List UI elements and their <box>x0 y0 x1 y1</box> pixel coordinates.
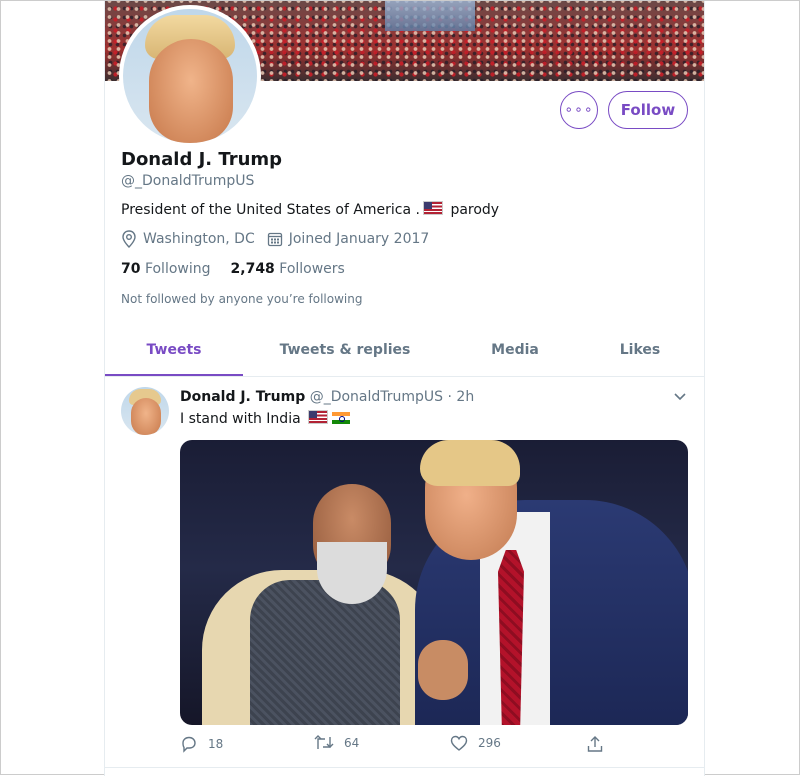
share-button[interactable] <box>586 735 614 753</box>
profile-joined: Joined January 2017 <box>267 231 430 247</box>
profile-name: Donald J. Trump <box>121 149 283 170</box>
heart-icon <box>450 735 468 751</box>
location-pin-icon <box>122 230 136 248</box>
tweet-photo[interactable] <box>180 440 688 725</box>
tweet-divider <box>105 767 704 768</box>
photo-figure-right-hair <box>420 440 520 486</box>
profile-bio: President of the United States of Americ… <box>121 201 499 218</box>
calendar-icon <box>267 232 282 247</box>
retweet-button[interactable]: 64 <box>314 735 359 751</box>
bio-text: President of the United States of Americ… <box>121 202 420 218</box>
banner-stage <box>385 1 475 31</box>
tweet-separator: · <box>447 389 452 405</box>
tweet-author[interactable]: Donald J. Trump <box>180 389 305 405</box>
tweet-header: Donald J. Trump @_DonaldTrumpUS · 2h <box>180 389 474 405</box>
following-link[interactable]: 70 Following <box>121 261 211 277</box>
chevron-down-icon[interactable] <box>673 391 687 401</box>
reply-button[interactable]: 18 <box>180 735 223 753</box>
profile-tabs: Tweets Tweets & replies Media Likes <box>105 326 704 377</box>
follow-button[interactable]: Follow <box>608 91 688 129</box>
photo-clasped-hands <box>418 640 468 700</box>
tweet-text: I stand with India <box>180 410 351 427</box>
tweet-actions: 18 64 296 <box>180 735 688 759</box>
tab-likes[interactable]: Likes <box>595 326 685 374</box>
location-text: Washington, DC <box>143 231 255 247</box>
tweet-text-body: I stand with India <box>180 411 301 427</box>
profile-location: Washington, DC <box>121 230 255 248</box>
share-icon <box>587 736 603 752</box>
followers-count: 2,748 <box>230 261 275 277</box>
like-button[interactable]: 296 <box>450 735 501 751</box>
photo-figure-right-tie <box>498 550 524 725</box>
reply-count: 18 <box>208 737 224 751</box>
tweet-avatar-face <box>131 398 161 435</box>
tweet-avatar[interactable] <box>121 387 169 435</box>
photo-figure-left-vest <box>250 580 400 725</box>
joined-text: Joined January 2017 <box>288 231 430 247</box>
tweet-handle[interactable]: @_DonaldTrumpUS <box>310 389 443 405</box>
avatar-face <box>149 39 233 143</box>
profile-meta: Washington, DC Joined January 2017 <box>121 230 441 248</box>
tweet-time[interactable]: 2h <box>456 389 474 405</box>
bio-suffix: parody <box>450 202 500 218</box>
followers-label: Followers <box>279 261 345 277</box>
profile-handle: @_DonaldTrumpUS <box>121 173 255 189</box>
tweet[interactable]: Donald J. Trump @_DonaldTrumpUS · 2h I s… <box>105 377 704 776</box>
more-options-button[interactable]: ∘∘∘ <box>560 91 598 129</box>
not-followed-notice: Not followed by anyone you’re following <box>121 292 363 306</box>
india-flag-icon <box>332 412 351 424</box>
followers-link[interactable]: 2,748 Followers <box>231 261 345 277</box>
tab-media[interactable]: Media <box>465 326 565 374</box>
retweet-icon <box>314 735 334 749</box>
us-flag-icon <box>422 201 443 215</box>
profile-stats: 70 Following 2,748 Followers <box>121 261 365 277</box>
retweet-count: 64 <box>344 736 360 750</box>
us-flag-icon <box>308 410 329 424</box>
profile-column: ∘∘∘ Follow Donald J. Trump @_DonaldTrump… <box>104 1 705 776</box>
tab-tweets-replies[interactable]: Tweets & replies <box>265 326 425 374</box>
following-label: Following <box>144 261 211 277</box>
tab-tweets[interactable]: Tweets <box>105 326 243 376</box>
following-count: 70 <box>121 261 141 277</box>
like-count: 296 <box>478 736 501 750</box>
reply-icon <box>182 736 196 753</box>
profile-avatar[interactable] <box>119 5 261 147</box>
